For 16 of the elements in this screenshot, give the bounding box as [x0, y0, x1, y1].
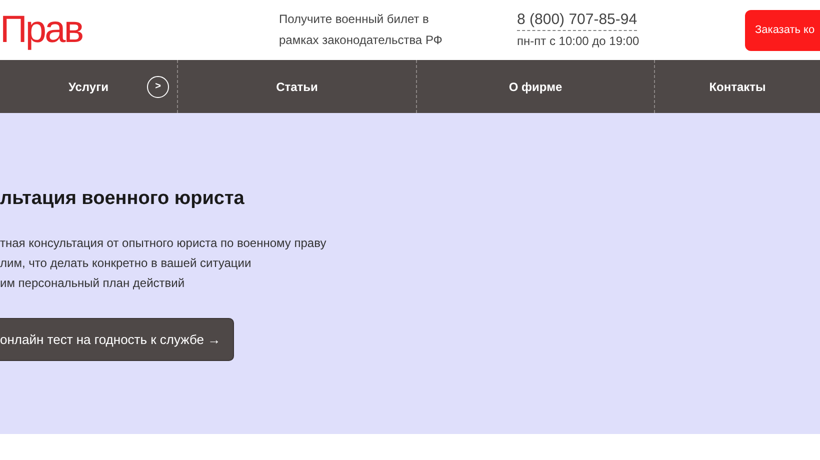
nav-link[interactable]: Услуги — [68, 78, 108, 96]
logo[interactable]: Прав — [0, 11, 279, 49]
benefit-text: им персональный план действий — [0, 275, 185, 292]
tagline-text: Получите военный билет в — [279, 11, 429, 28]
working-hours: пн-пт с 10:00 до 19:00 — [517, 32, 640, 50]
nav-link[interactable]: О фирме — [508, 78, 562, 96]
phone-number[interactable]: 8 (800) 707-85-94 — [517, 10, 638, 30]
benefit-text: тная консультация от опытного юриста по военному праву — [0, 235, 326, 252]
nav-link[interactable]: Статьи — [276, 78, 318, 96]
fitness-test-button[interactable]: онлайн тест на годность к службе → — [0, 318, 234, 361]
tagline-text: рамках законодательства РФ — [279, 32, 442, 49]
order-consultation-button[interactable]: Заказать ко — [745, 10, 820, 50]
hero-title: льтация военного юриста — [0, 187, 244, 211]
nav-link[interactable]: Контакты — [709, 78, 766, 96]
expand-button[interactable]: > — [147, 76, 169, 98]
benefit-text: лим, что делать конкретно в вашей ситуации — [0, 255, 252, 272]
